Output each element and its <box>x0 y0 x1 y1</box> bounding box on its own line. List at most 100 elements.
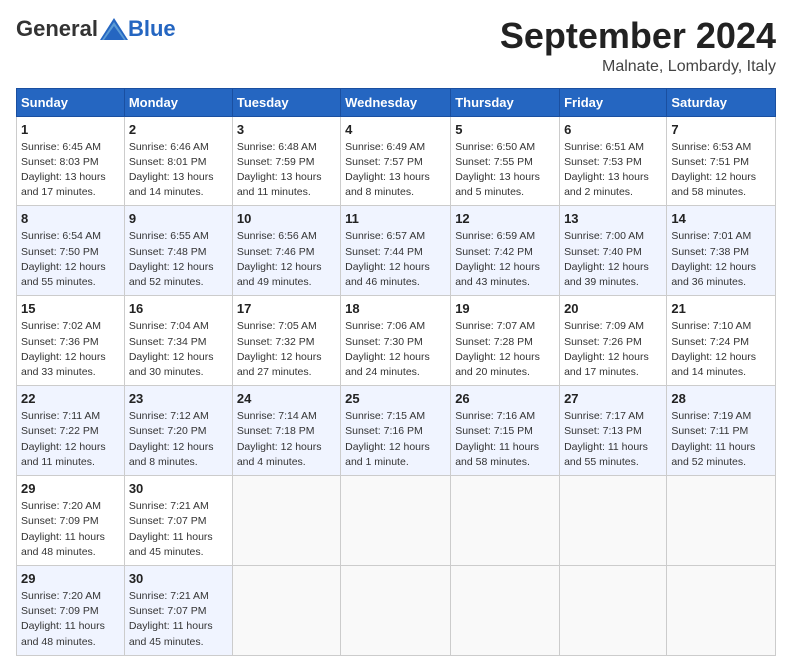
table-row <box>341 565 451 655</box>
day-info: Sunrise: 7:06 AMSunset: 7:30 PMDaylight:… <box>345 319 446 380</box>
table-row <box>560 476 667 566</box>
table-row <box>560 565 667 655</box>
table-row: 18 Sunrise: 7:06 AMSunset: 7:30 PMDayligh… <box>341 296 451 386</box>
day-info: Sunrise: 7:21 AMSunset: 7:07 PMDaylight:… <box>129 499 228 560</box>
table-row: 10 Sunrise: 6:56 AMSunset: 7:46 PMDayligh… <box>232 206 340 296</box>
day-number: 10 <box>237 211 336 226</box>
logo-icon <box>100 18 128 40</box>
day-info: Sunrise: 7:12 AMSunset: 7:20 PMDaylight:… <box>129 409 228 470</box>
day-number: 28 <box>671 391 771 406</box>
table-row: 8Sunrise: 6:54 AMSunset: 7:50 PMDaylight… <box>17 206 125 296</box>
day-number: 20 <box>564 301 662 316</box>
calendar-week: 22Sunrise: 7:11 AMSunset: 7:22 PMDayligh… <box>17 386 776 476</box>
day-info: Sunrise: 7:14 AMSunset: 7:18 PMDaylight:… <box>237 409 336 470</box>
day-number: 4 <box>345 122 446 137</box>
table-row <box>341 476 451 566</box>
title-block: September 2024 Malnate, Lombardy, Italy <box>500 16 776 76</box>
calendar-week: 29Sunrise: 7:20 AMSunset: 7:09 PMDayligh… <box>17 476 776 566</box>
table-row: 13 Sunrise: 7:00 AMSunset: 7:40 PMDayligh… <box>560 206 667 296</box>
day-number: 29 <box>21 571 120 586</box>
day-info: Sunrise: 6:50 AMSunset: 7:55 PMDaylight:… <box>455 140 555 201</box>
table-row: 26Sunrise: 7:16 AMSunset: 7:15 PMDayligh… <box>451 386 560 476</box>
day-info: Sunrise: 6:45 AMSunset: 8:03 PMDaylight:… <box>21 140 120 201</box>
day-info: Sunrise: 7:19 AMSunset: 7:11 PMDaylight:… <box>671 409 771 470</box>
table-row: 5 Sunrise: 6:50 AMSunset: 7:55 PMDaylight… <box>451 116 560 206</box>
day-number: 27 <box>564 391 662 406</box>
day-number: 19 <box>455 301 555 316</box>
day-number: 30 <box>129 571 228 586</box>
table-row: 2Sunrise: 6:46 AMSunset: 8:01 PMDaylight… <box>124 116 232 206</box>
day-info: Sunrise: 7:02 AMSunset: 7:36 PMDaylight:… <box>21 319 120 380</box>
table-row: 3 Sunrise: 6:48 AMSunset: 7:59 PMDaylight… <box>232 116 340 206</box>
table-row: 30Sunrise: 7:21 AMSunset: 7:07 PMDayligh… <box>124 476 232 566</box>
day-info: Sunrise: 6:56 AMSunset: 7:46 PMDaylight:… <box>237 229 336 290</box>
calendar-header-row: Sunday Monday Tuesday Wednesday Thursday… <box>17 88 776 116</box>
table-row: 27 Sunrise: 7:17 AMSunset: 7:13 PMDayligh… <box>560 386 667 476</box>
day-info: Sunrise: 7:05 AMSunset: 7:32 PMDaylight:… <box>237 319 336 380</box>
table-row <box>667 476 776 566</box>
table-row: 25 Sunrise: 7:15 AMSunset: 7:16 PMDayligh… <box>341 386 451 476</box>
col-thursday: Thursday <box>451 88 560 116</box>
calendar-table: Sunday Monday Tuesday Wednesday Thursday… <box>16 88 776 656</box>
day-number: 14 <box>671 211 771 226</box>
table-row: 30 Sunrise: 7:21 AMSunset: 7:07 PMDayligh… <box>124 565 232 655</box>
day-number: 13 <box>564 211 662 226</box>
day-number: 7 <box>671 122 771 137</box>
table-row <box>451 476 560 566</box>
col-sunday: Sunday <box>17 88 125 116</box>
day-number: 18 <box>345 301 446 316</box>
month-title: September 2024 <box>500 16 776 56</box>
day-info: Sunrise: 6:48 AMSunset: 7:59 PMDaylight:… <box>237 140 336 201</box>
day-info: Sunrise: 6:51 AMSunset: 7:53 PMDaylight:… <box>564 140 662 201</box>
day-info: Sunrise: 6:55 AMSunset: 7:48 PMDaylight:… <box>129 229 228 290</box>
day-number: 21 <box>671 301 771 316</box>
table-row <box>232 476 340 566</box>
day-info: Sunrise: 7:15 AMSunset: 7:16 PMDaylight:… <box>345 409 446 470</box>
col-friday: Friday <box>560 88 667 116</box>
day-number: 11 <box>345 211 446 226</box>
table-row: 21 Sunrise: 7:10 AMSunset: 7:24 PMDayligh… <box>667 296 776 386</box>
day-number: 29 <box>21 481 120 496</box>
day-number: 1 <box>21 122 120 137</box>
day-info: Sunrise: 7:21 AMSunset: 7:07 PMDaylight:… <box>129 589 228 650</box>
day-number: 2 <box>129 122 228 137</box>
table-row: 24 Sunrise: 7:14 AMSunset: 7:18 PMDayligh… <box>232 386 340 476</box>
calendar-week: 1 Sunrise: 6:45 AMSunset: 8:03 PMDaylight… <box>17 116 776 206</box>
day-info: Sunrise: 7:09 AMSunset: 7:26 PMDaylight:… <box>564 319 662 380</box>
table-row: 6Sunrise: 6:51 AMSunset: 7:53 PMDaylight… <box>560 116 667 206</box>
day-number: 5 <box>455 122 555 137</box>
day-info: Sunrise: 7:20 AMSunset: 7:09 PMDaylight:… <box>21 589 120 650</box>
day-info: Sunrise: 7:10 AMSunset: 7:24 PMDaylight:… <box>671 319 771 380</box>
day-number: 25 <box>345 391 446 406</box>
location-subtitle: Malnate, Lombardy, Italy <box>500 58 776 76</box>
day-number: 24 <box>237 391 336 406</box>
calendar-week: 29 Sunrise: 7:20 AMSunset: 7:09 PMDayligh… <box>17 565 776 655</box>
day-info: Sunrise: 7:07 AMSunset: 7:28 PMDaylight:… <box>455 319 555 380</box>
table-row <box>451 565 560 655</box>
day-number: 8 <box>21 211 120 226</box>
table-row: 12Sunrise: 6:59 AMSunset: 7:42 PMDayligh… <box>451 206 560 296</box>
col-saturday: Saturday <box>667 88 776 116</box>
day-info: Sunrise: 7:11 AMSunset: 7:22 PMDaylight:… <box>21 409 120 470</box>
day-number: 23 <box>129 391 228 406</box>
day-info: Sunrise: 7:00 AMSunset: 7:40 PMDaylight:… <box>564 229 662 290</box>
day-info: Sunrise: 7:17 AMSunset: 7:13 PMDaylight:… <box>564 409 662 470</box>
day-info: Sunrise: 6:59 AMSunset: 7:42 PMDaylight:… <box>455 229 555 290</box>
table-row: 22Sunrise: 7:11 AMSunset: 7:22 PMDayligh… <box>17 386 125 476</box>
calendar-week: 8Sunrise: 6:54 AMSunset: 7:50 PMDaylight… <box>17 206 776 296</box>
day-info: Sunrise: 7:16 AMSunset: 7:15 PMDaylight:… <box>455 409 555 470</box>
table-row: 9Sunrise: 6:55 AMSunset: 7:48 PMDaylight… <box>124 206 232 296</box>
day-number: 3 <box>237 122 336 137</box>
table-row: 20 Sunrise: 7:09 AMSunset: 7:26 PMDayligh… <box>560 296 667 386</box>
day-info: Sunrise: 6:49 AMSunset: 7:57 PMDaylight:… <box>345 140 446 201</box>
table-row <box>667 565 776 655</box>
day-info: Sunrise: 7:04 AMSunset: 7:34 PMDaylight:… <box>129 319 228 380</box>
logo-general: General <box>16 16 98 42</box>
table-row <box>232 565 340 655</box>
table-row: 11Sunrise: 6:57 AMSunset: 7:44 PMDayligh… <box>341 206 451 296</box>
page-header: General Blue September 2024 Malnate, Lom… <box>16 16 776 76</box>
day-info: Sunrise: 7:01 AMSunset: 7:38 PMDaylight:… <box>671 229 771 290</box>
logo-blue: Blue <box>128 16 176 42</box>
table-row: 15Sunrise: 7:02 AMSunset: 7:36 PMDayligh… <box>17 296 125 386</box>
day-number: 16 <box>129 301 228 316</box>
